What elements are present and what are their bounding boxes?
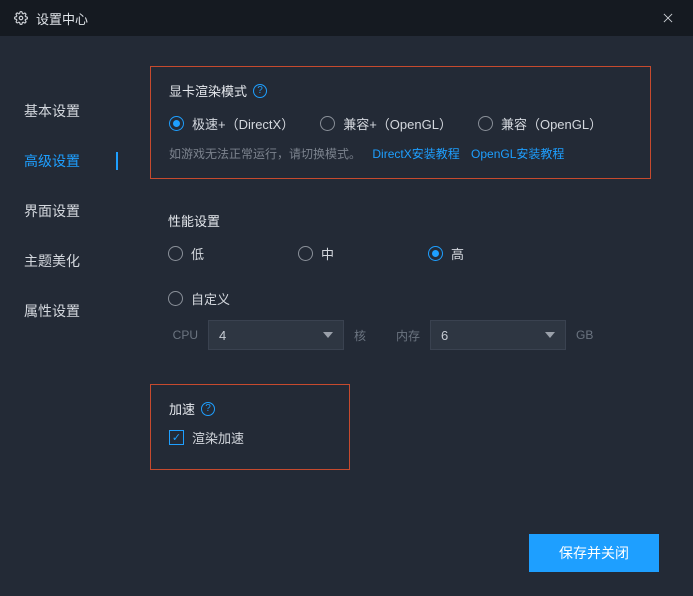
- sidebar: 基本设置 高级设置 界面设置 主题美化 属性设置: [0, 36, 140, 596]
- cpu-value: 4: [219, 328, 226, 343]
- checkbox-label: 渲染加速: [192, 428, 244, 447]
- perf-section-title: 性能设置: [168, 211, 633, 230]
- radio-medium[interactable]: 中: [298, 244, 402, 263]
- sidebar-item-advanced[interactable]: 高级设置: [0, 136, 140, 186]
- radio-low[interactable]: 低: [168, 244, 272, 263]
- sidebar-item-label: 主题美化: [24, 251, 80, 271]
- perf-radio-row: 低 中 高 自定义: [168, 244, 633, 308]
- radio-label: 兼容+（OpenGL）: [343, 114, 452, 133]
- checkbox-icon: ✓: [169, 430, 184, 445]
- radio-dot-icon: [298, 246, 313, 261]
- link-opengl-tutorial[interactable]: OpenGL安装教程: [471, 147, 564, 161]
- cpu-label: CPU: [168, 328, 198, 342]
- radio-dot-icon: [428, 246, 443, 261]
- gpu-hint-row: 如游戏无法正常运行，请切换模式。 DirectX安装教程 OpenGL安装教程: [169, 145, 632, 162]
- mem-unit: GB: [576, 328, 593, 342]
- sidebar-item-label: 高级设置: [24, 151, 80, 171]
- radio-opengl-plus[interactable]: 兼容+（OpenGL）: [320, 114, 452, 133]
- sidebar-item-label: 界面设置: [24, 201, 80, 221]
- gpu-radio-row: 极速+（DirectX） 兼容+（OpenGL） 兼容（OpenGL）: [169, 114, 632, 133]
- radio-dot-icon: [168, 291, 183, 306]
- perf-title-text: 性能设置: [168, 211, 220, 230]
- radio-opengl[interactable]: 兼容（OpenGL）: [478, 114, 602, 133]
- link-directx-tutorial[interactable]: DirectX安装教程: [372, 147, 459, 161]
- gpu-section-title: 显卡渲染模式 ?: [169, 81, 632, 100]
- performance-section: 性能设置 低 中 高 自定义: [150, 197, 651, 366]
- gpu-render-section: 显卡渲染模式 ? 极速+（DirectX） 兼容+（OpenGL） 兼容（Ope…: [150, 66, 651, 179]
- chevron-down-icon: [545, 332, 555, 338]
- gpu-hint-text: 如游戏无法正常运行，请切换模式。: [169, 147, 361, 161]
- radio-directx[interactable]: 极速+（DirectX）: [169, 114, 294, 133]
- radio-label: 极速+（DirectX）: [192, 114, 294, 133]
- radio-dot-icon: [320, 116, 335, 131]
- sidebar-item-basic[interactable]: 基本设置: [0, 86, 140, 136]
- radio-high[interactable]: 高: [428, 244, 532, 263]
- acceleration-section: 加速 ? ✓ 渲染加速: [150, 384, 350, 470]
- help-icon[interactable]: ?: [201, 402, 215, 416]
- radio-dot-icon: [169, 116, 184, 131]
- render-accel-checkbox[interactable]: ✓ 渲染加速: [169, 428, 331, 447]
- radio-label: 兼容（OpenGL）: [501, 114, 602, 133]
- radio-dot-icon: [168, 246, 183, 261]
- mem-value: 6: [441, 328, 448, 343]
- cpu-select[interactable]: 4: [208, 320, 344, 350]
- window-title: 设置中心: [36, 9, 88, 28]
- cpu-unit: 核: [354, 327, 366, 344]
- titlebar: 设置中心: [0, 0, 693, 36]
- gear-icon: [14, 11, 28, 25]
- radio-label: 中: [321, 244, 334, 263]
- main-content: 显卡渲染模式 ? 极速+（DirectX） 兼容+（OpenGL） 兼容（Ope…: [140, 36, 693, 596]
- accel-title-text: 加速: [169, 399, 195, 418]
- save-and-close-button[interactable]: 保存并关闭: [529, 534, 659, 572]
- radio-label: 自定义: [191, 289, 230, 308]
- footer: 保存并关闭: [529, 534, 659, 572]
- sidebar-item-theme[interactable]: 主题美化: [0, 236, 140, 286]
- accel-section-title: 加速 ?: [169, 399, 331, 418]
- radio-dot-icon: [478, 116, 493, 131]
- mem-select[interactable]: 6: [430, 320, 566, 350]
- chevron-down-icon: [323, 332, 333, 338]
- sidebar-item-label: 基本设置: [24, 101, 80, 121]
- mem-label: 内存: [390, 327, 420, 344]
- gpu-title-text: 显卡渲染模式: [169, 81, 247, 100]
- sidebar-item-label: 属性设置: [24, 301, 80, 321]
- help-icon[interactable]: ?: [253, 84, 267, 98]
- radio-label: 高: [451, 244, 464, 263]
- resource-select-row: CPU 4 核 内存 6 GB: [168, 320, 633, 350]
- close-button[interactable]: [657, 7, 679, 29]
- sidebar-item-properties[interactable]: 属性设置: [0, 286, 140, 336]
- sidebar-item-interface[interactable]: 界面设置: [0, 186, 140, 236]
- titlebar-left: 设置中心: [14, 9, 88, 28]
- radio-label: 低: [191, 244, 204, 263]
- radio-custom[interactable]: 自定义: [168, 289, 272, 308]
